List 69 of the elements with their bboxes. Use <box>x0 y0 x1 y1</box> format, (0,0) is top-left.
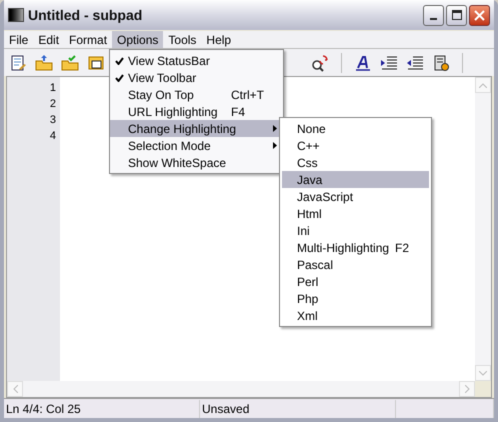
submenu-entry[interactable]: Pascal <box>282 256 429 273</box>
line-number: 3 <box>50 113 56 128</box>
menu-entry[interactable]: View StatusBar <box>110 52 283 69</box>
menu-entry-label: Stay On Top <box>128 86 195 104</box>
folder-check-icon[interactable] <box>61 54 79 72</box>
menu-item[interactable]: Format <box>64 31 112 48</box>
window-title: Untitled - subpad <box>28 6 144 25</box>
menu-entry-label: View Toolbar <box>128 70 198 86</box>
font-icon[interactable] <box>354 54 372 72</box>
submenu-entry[interactable]: None <box>282 120 429 137</box>
menu-entry-label: View StatusBar <box>128 52 211 70</box>
menu-entry-label: URL Highlighting <box>128 104 219 120</box>
submenu-arrow-icon <box>273 142 277 149</box>
maximize-button[interactable] <box>446 4 467 26</box>
submenu-entry-label: Ini <box>297 222 310 240</box>
line-number: 2 <box>50 97 56 112</box>
submenu-entry[interactable]: Xml <box>282 307 429 324</box>
menu-entry-label: Change Highlighting <box>128 120 238 138</box>
menu-item[interactable]: Options <box>112 31 164 48</box>
submenu-entry[interactable]: C++ <box>282 137 429 154</box>
submenu-entry-label: Css <box>297 154 318 172</box>
open-folder-icon[interactable] <box>35 54 53 72</box>
submenu-entry[interactable]: Html <box>282 205 429 222</box>
submenu-entry[interactable]: Perl <box>282 273 429 290</box>
menu-entry[interactable]: View Toolbar <box>110 69 283 86</box>
folder-window-icon[interactable] <box>87 54 105 72</box>
menu-item[interactable]: Help <box>201 31 236 48</box>
menu-item[interactable]: Tools <box>163 31 202 48</box>
submenu-entry-label: Php <box>297 290 318 308</box>
submenu-entry[interactable]: Ini <box>282 222 429 239</box>
document-settings-icon[interactable] <box>432 54 450 72</box>
menu-entry[interactable]: Selection Mode <box>110 137 283 154</box>
line-number: 4 <box>50 129 56 144</box>
status-text: Ln 4/4: Col 25 <box>4 400 200 418</box>
menu-entry[interactable]: URL Highlighting F4 <box>110 103 283 120</box>
shortcut-text: Ctrl+T <box>231 86 264 104</box>
close-button[interactable] <box>469 4 490 26</box>
submenu-entry-label: Pascal <box>297 256 334 274</box>
submenu-entry-label: Xml <box>297 308 318 324</box>
minimize-button[interactable] <box>423 4 444 26</box>
menu-entry-label: Show WhiteSpace <box>128 154 228 172</box>
submenu-entry-label: Html <box>297 206 322 222</box>
submenu-entry-label: JavaScript <box>297 188 354 206</box>
find-replace-icon[interactable] <box>311 54 329 72</box>
app-icon <box>8 8 24 22</box>
indent-icon[interactable] <box>380 54 398 72</box>
submenu-entry-label: None <box>297 120 326 138</box>
submenu-entry-label: Multi-Highlighting <box>297 240 390 256</box>
shortcut-text: F4 <box>231 104 246 120</box>
menu-entry[interactable]: Show WhiteSpace <box>110 154 283 171</box>
new-document-icon[interactable] <box>9 54 27 72</box>
submenu-entry-label: C++ <box>297 138 320 154</box>
status-text: Unsaved <box>200 400 396 418</box>
submenu-entry[interactable]: Java <box>282 171 429 188</box>
outdent-icon[interactable] <box>406 54 424 72</box>
menu-item[interactable]: Edit <box>33 31 64 48</box>
submenu-entry[interactable]: Php <box>282 290 429 307</box>
menu-entry-label: Selection Mode <box>128 138 212 154</box>
submenu-arrow-icon <box>273 125 277 132</box>
close-icon <box>474 10 485 20</box>
shortcut-text: F2 <box>395 240 410 256</box>
submenu-entry-label: Perl <box>297 274 318 290</box>
submenu-entry[interactable]: Css <box>282 154 429 171</box>
submenu-entry[interactable]: JavaScript <box>282 188 429 205</box>
line-number: 1 <box>50 81 56 96</box>
menu-item[interactable]: File <box>4 31 34 48</box>
menu-entry[interactable]: Stay On Top Ctrl+T <box>110 86 283 103</box>
submenu-entry-label: Java <box>297 172 322 188</box>
submenu-entry[interactable]: Multi-Highlighting F2 <box>282 239 429 256</box>
